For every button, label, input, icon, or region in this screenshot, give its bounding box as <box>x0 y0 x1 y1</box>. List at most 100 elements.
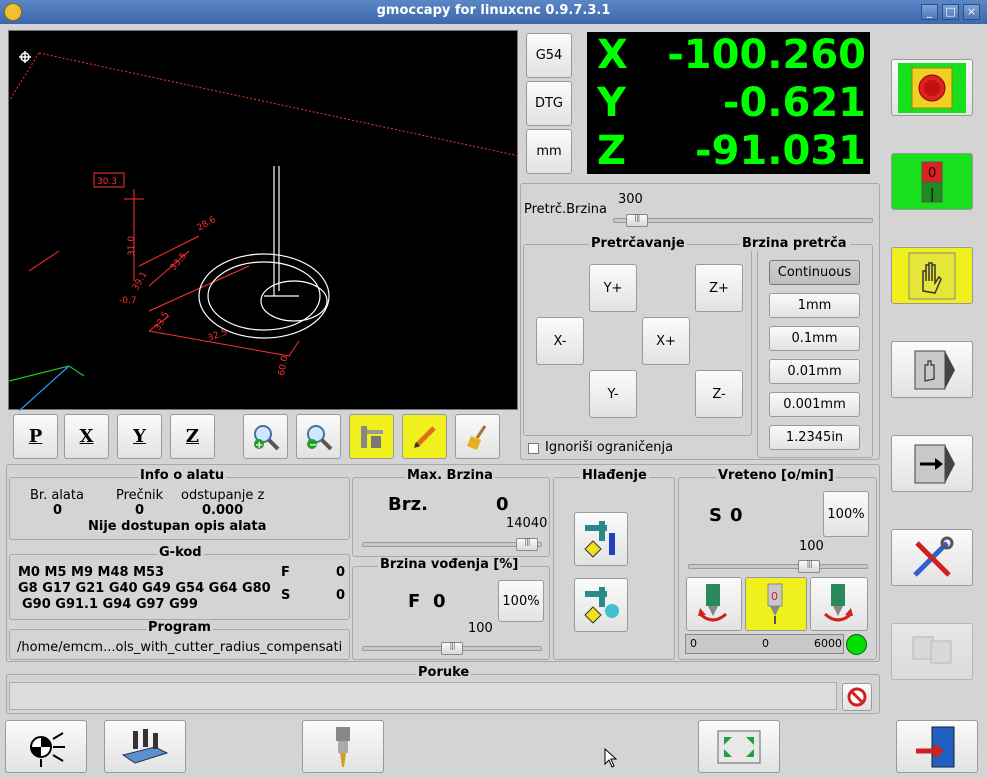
fullscreen-button[interactable] <box>698 720 780 773</box>
feed-override-knob[interactable] <box>441 641 463 655</box>
messages-area[interactable] <box>9 682 837 710</box>
g54-button[interactable]: G54 <box>526 33 572 78</box>
axes-indicator <box>9 365 85 411</box>
estop-button[interactable] <box>891 59 973 116</box>
spindle-reverse-button[interactable] <box>810 577 868 631</box>
dim-label: 33.5 <box>169 251 190 273</box>
ref-all-button[interactable] <box>5 720 87 773</box>
show-toolpath-button[interactable] <box>402 414 447 459</box>
zoom-out-button[interactable]: − <box>296 414 341 459</box>
increment-1mm[interactable]: 1mm <box>769 293 860 318</box>
jog-y-minus-button[interactable]: Y- <box>589 370 637 418</box>
dro-y-row[interactable]: Y -0.621 <box>587 80 870 127</box>
increment-continuous[interactable]: Continuous <box>769 260 860 285</box>
jog-speed-slider[interactable] <box>613 213 873 227</box>
mdi-mode-button[interactable] <box>891 341 973 398</box>
spindle-ccw-icon <box>698 584 728 622</box>
dro-x-row[interactable]: X -100.260 <box>587 32 870 79</box>
show-dimensions-button[interactable] <box>349 414 394 459</box>
increment-0-01mm[interactable]: 0.01mm <box>769 359 860 384</box>
spindle-reset-button[interactable]: 100% <box>823 491 869 537</box>
ignore-limits-label: Ignoriši ograničenja <box>545 440 674 455</box>
dro-z-row[interactable]: Z -91.031 <box>587 128 870 175</box>
toolpath-plot: 30.3 31.0 28.6 33.5 32.5 60.0 -0.7 39.1 … <box>9 51 519 411</box>
jog-y-plus-button[interactable]: Y+ <box>589 264 637 312</box>
jog-x-plus-button[interactable]: X+ <box>642 317 690 365</box>
dro-y-axis: Y <box>597 80 626 126</box>
view-x-button[interactable]: X <box>64 414 109 459</box>
spindle-override-knob[interactable] <box>798 559 821 573</box>
gcode-line-2: G8 G17 G21 G40 G49 G54 G64 G80 <box>18 581 271 596</box>
toolpath <box>198 166 330 339</box>
zoom-out-icon: − <box>306 424 332 451</box>
settings-button[interactable] <box>891 529 973 586</box>
spindle-slider-value: 100 <box>799 539 824 554</box>
close-button[interactable]: × <box>963 4 980 20</box>
gcode-line-1: M0 M5 M9 M48 M53 <box>18 565 165 580</box>
clear-plot-button[interactable] <box>455 414 500 459</box>
tool-icon <box>336 726 350 767</box>
messages-title: Poruke <box>416 665 472 680</box>
units-button[interactable]: mm <box>526 129 572 174</box>
ignore-limits-checkbox[interactable] <box>528 443 539 454</box>
minimize-button[interactable]: _ <box>921 4 938 20</box>
user-tabs-button[interactable] <box>891 623 973 680</box>
fullscreen-icon <box>717 730 761 763</box>
jog-z-plus-button[interactable]: Z+ <box>695 264 743 312</box>
view-p-button[interactable]: P <box>13 414 58 459</box>
view-z-button[interactable]: Z <box>170 414 215 459</box>
dtg-button[interactable]: DTG <box>526 81 572 126</box>
feed-override-slider[interactable] <box>362 641 542 655</box>
gcode-s-label: S <box>281 588 291 603</box>
auto-mode-button[interactable] <box>891 435 973 492</box>
max-speed-max: 14040 <box>506 516 548 531</box>
clear-messages-button[interactable] <box>842 683 872 711</box>
feed-value: 0 <box>433 591 446 612</box>
spindle-bar-max: 6000 <box>814 637 842 650</box>
touch-off-button[interactable] <box>104 720 186 773</box>
feed-reset-button[interactable]: 100% <box>498 580 544 622</box>
max-speed-slider[interactable] <box>362 537 542 551</box>
spindle-forward-button[interactable] <box>686 577 742 631</box>
machine-on-button[interactable]: 0 | <box>891 153 973 210</box>
flood-coolant-button[interactable] <box>574 512 628 566</box>
dro-z-value: -91.031 <box>695 128 866 174</box>
dro-x-value: -100.260 <box>667 32 866 78</box>
tool-diameter-value: 0 <box>135 503 145 518</box>
zoom-in-button[interactable]: + <box>243 414 288 459</box>
coolant-title: Hlađenje <box>580 468 649 483</box>
tool-number-value: 0 <box>53 503 63 518</box>
increment-0-1mm[interactable]: 0.1mm <box>769 326 860 351</box>
increment-1-2345in[interactable]: 1.2345in <box>769 425 860 450</box>
mist-coolant-button[interactable] <box>574 578 628 632</box>
pencil-icon <box>413 425 436 448</box>
mist-coolant-icon <box>584 587 619 624</box>
dro-y-value: -0.621 <box>722 80 866 126</box>
view-y-button[interactable]: Y <box>117 414 162 459</box>
spindle-value: 0 <box>730 505 743 526</box>
exit-button[interactable] <box>896 720 978 773</box>
jog-speed-knob[interactable] <box>625 213 648 227</box>
gcode-f-value: 0 <box>336 565 346 580</box>
maximize-button[interactable]: □ <box>942 4 959 20</box>
tool-button[interactable] <box>302 720 384 773</box>
jog-z-minus-button[interactable]: Z- <box>695 370 743 418</box>
tool-offset-value: 0.000 <box>202 503 244 518</box>
dim-label: 30.3 <box>97 177 117 187</box>
manual-mode-button[interactable] <box>891 247 973 304</box>
tool-offset-header: odstupanje z <box>181 488 265 503</box>
home-all-icon <box>30 731 65 767</box>
svg-text:0: 0 <box>928 166 936 181</box>
gcode-preview[interactable]: 30.3 31.0 28.6 33.5 32.5 60.0 -0.7 39.1 … <box>8 30 519 411</box>
spindle-override-slider[interactable] <box>688 559 868 573</box>
program-title: Program <box>146 620 213 635</box>
dro-display[interactable]: X -100.260 Y -0.621 Z -91.031 <box>587 32 870 174</box>
max-speed-knob[interactable] <box>515 537 538 551</box>
spindle-stop-button[interactable]: 0 <box>745 577 807 631</box>
spindle-bar-value: 0 <box>762 637 769 650</box>
jog-x-minus-button[interactable]: X- <box>536 317 584 365</box>
power-switch-icon: 0| <box>921 161 943 202</box>
svg-text:+: + <box>255 440 263 451</box>
jog-title: Pretrčavanje <box>589 236 687 251</box>
increment-0-001mm[interactable]: 0.001mm <box>769 392 860 417</box>
